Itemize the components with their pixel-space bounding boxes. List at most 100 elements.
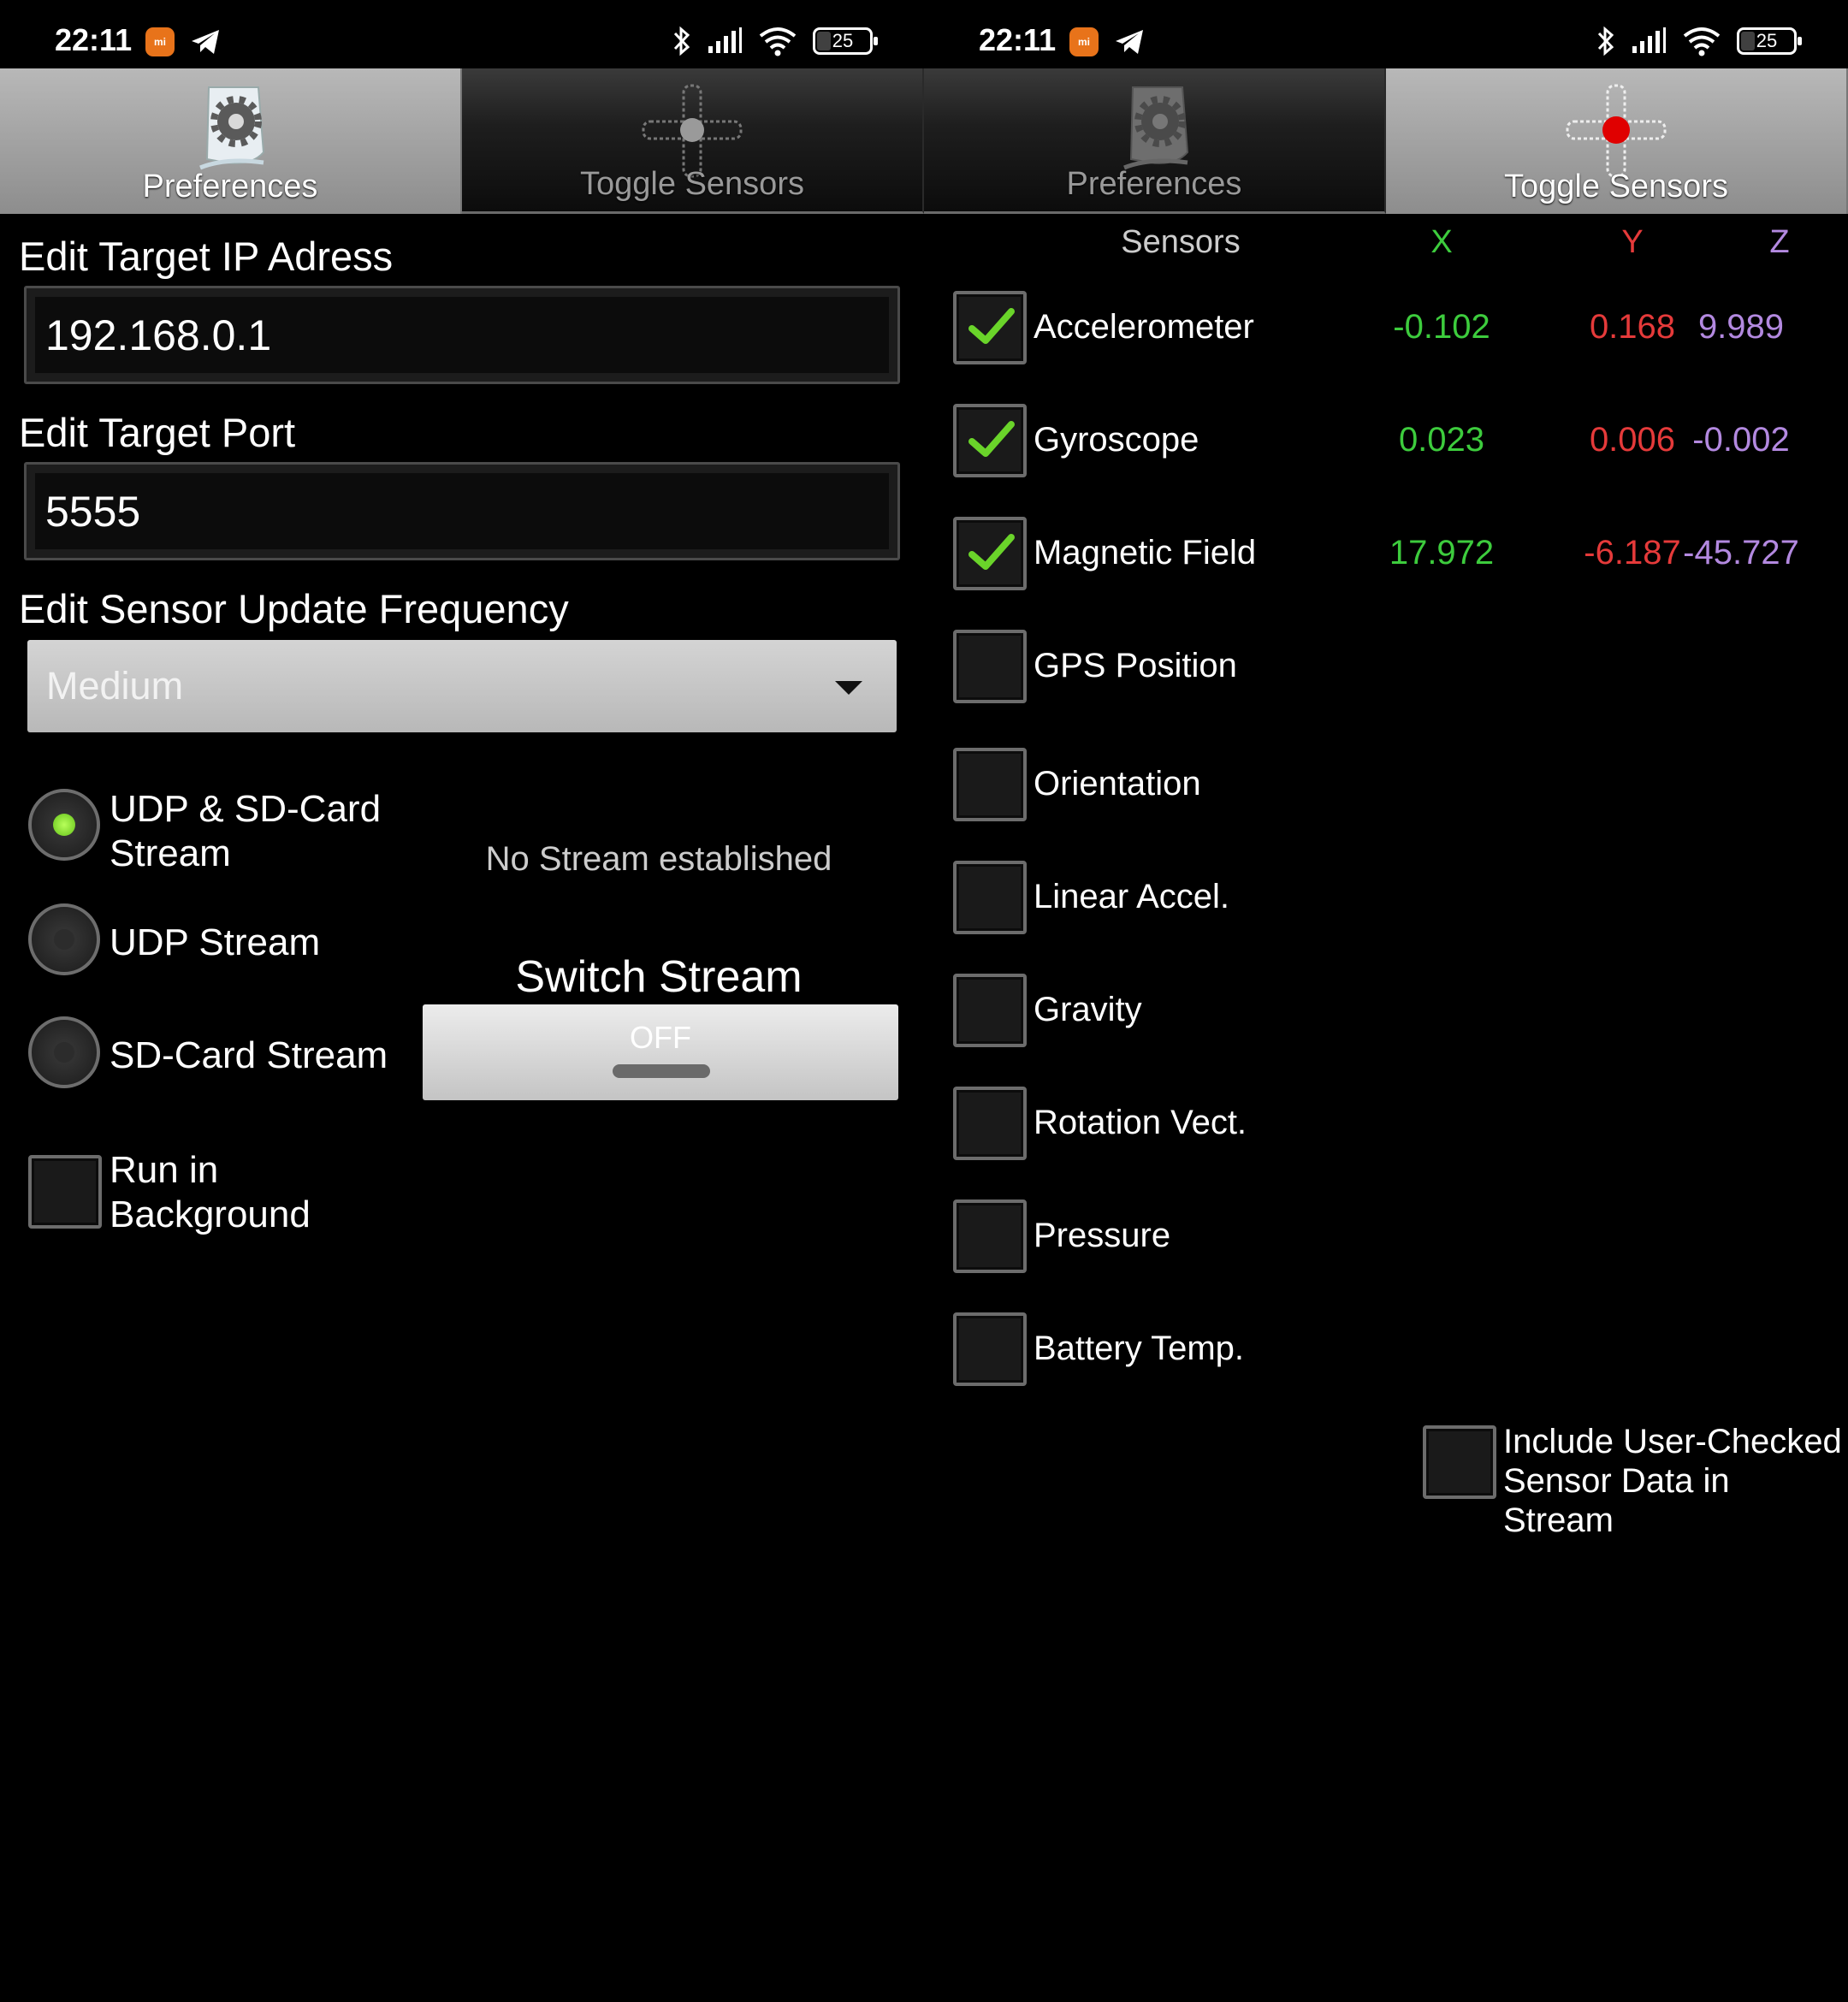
preferences-gear-icon <box>1123 86 1189 170</box>
z-header: Z <box>1769 224 1790 260</box>
run-background-label-line2: Background <box>110 1194 311 1235</box>
sensor-checkbox-rotation-vect[interactable] <box>953 1087 1027 1160</box>
ip-input[interactable] <box>45 305 867 365</box>
sensor-checkbox-gravity[interactable] <box>953 974 1027 1047</box>
x-header: X <box>1430 224 1453 260</box>
status-time: 22:11 <box>55 22 133 57</box>
tab-preferences-label: Preferences <box>142 169 318 204</box>
y-header: Y <box>1621 224 1644 260</box>
battery-level: 25 <box>832 30 854 51</box>
sensors-header: Sensors <box>1121 224 1241 260</box>
accelerometer-z-value: 9.989 <box>1697 308 1785 346</box>
radio-udp[interactable] <box>28 903 100 975</box>
tab-toggle-sensors-label: Toggle Sensors <box>580 166 804 202</box>
mi-app-icon: mi <box>1069 27 1099 56</box>
checkmark-icon <box>968 421 1015 457</box>
sensor-checkbox-orientation[interactable] <box>953 748 1027 821</box>
sensor-label-magnetic-field[interactable]: Magnetic Field <box>1034 534 1256 572</box>
magnetic-field-z-value: -45.727 <box>1683 534 1799 572</box>
tab-preferences-label: Preferences <box>1066 166 1242 202</box>
toggle-indicator <box>613 1064 710 1078</box>
sensor-label-pressure[interactable]: Pressure <box>1034 1217 1170 1255</box>
magnetic-field-x-value: 17.972 <box>1389 534 1495 572</box>
radio-sdcard-label[interactable]: SD-Card Stream <box>110 1034 388 1078</box>
sensor-checkbox-gps-position[interactable] <box>953 630 1027 703</box>
checkmark-icon <box>968 308 1015 344</box>
radio-dot <box>54 929 74 950</box>
signal-icon <box>1632 27 1666 53</box>
radio-udp-label[interactable]: UDP Stream <box>110 921 320 965</box>
toggle-state-text: OFF <box>630 1020 691 1055</box>
sensor-checkbox-magnetic-field[interactable] <box>953 517 1027 590</box>
sensor-axes-icon <box>642 84 743 178</box>
run-background-label[interactable]: Run in Background <box>110 1148 311 1237</box>
sensor-axes-icon <box>1566 84 1667 178</box>
run-background-checkbox[interactable] <box>28 1155 102 1229</box>
checkmark-icon <box>968 534 1015 570</box>
sensor-label-battery-temp[interactable]: Battery Temp. <box>1034 1330 1244 1368</box>
preferences-gear-icon <box>199 86 265 170</box>
switch-stream-title: Switch Stream <box>515 952 803 1002</box>
include-label-line2: Sensor Data in Stream <box>1503 1462 1730 1539</box>
sensor-label-gyroscope[interactable]: Gyroscope <box>1034 421 1199 459</box>
gyroscope-x-value: 0.023 <box>1398 421 1485 459</box>
run-background-label-line1: Run in <box>110 1149 219 1191</box>
status-bar: 22:11 mi 25 <box>0 0 924 68</box>
tab-bar: Preferences Toggle Sensors <box>924 68 1848 214</box>
sensor-checkbox-pressure[interactable] <box>953 1199 1027 1273</box>
tab-preferences[interactable]: Preferences <box>924 68 1386 214</box>
port-label: Edit Target Port <box>19 410 296 455</box>
bluetooth-icon <box>673 26 690 56</box>
preferences-screen: 22:11 mi 25 Preferences Toggle Sensors E… <box>0 0 924 2002</box>
telegram-icon <box>1116 30 1143 54</box>
frequency-label: Edit Sensor Update Frequency <box>19 586 569 631</box>
include-user-checked-checkbox[interactable] <box>1423 1425 1496 1499</box>
gyroscope-z-value: -0.002 <box>1692 421 1790 459</box>
sensor-label-linear-accel[interactable]: Linear Accel. <box>1034 878 1229 916</box>
sensor-checkbox-gyroscope[interactable] <box>953 404 1027 477</box>
status-icons: 25 <box>1596 24 1802 58</box>
radio-sdcard[interactable] <box>28 1016 100 1088</box>
tab-toggle-sensors[interactable]: Toggle Sensors <box>1386 68 1848 214</box>
sensor-label-gps-position[interactable]: GPS Position <box>1034 647 1237 685</box>
sensor-label-accelerometer[interactable]: Accelerometer <box>1034 308 1254 346</box>
signal-icon <box>708 27 742 53</box>
wifi-icon <box>759 27 797 56</box>
status-time: 22:11 <box>979 22 1057 57</box>
accelerometer-x-value: -0.102 <box>1393 308 1490 346</box>
radio-udp-sdcard[interactable] <box>28 789 100 861</box>
switch-stream-toggle[interactable]: OFF <box>423 1004 898 1100</box>
radio-dot <box>53 814 75 836</box>
sensor-checkbox-linear-accel[interactable] <box>953 861 1027 934</box>
ip-label: Edit Target IP Adress <box>19 234 394 279</box>
wifi-icon <box>1683 27 1721 56</box>
sensor-checkbox-battery-temp[interactable] <box>953 1312 1027 1386</box>
toggle-sensors-screen: 22:11 mi 25 Preferences Toggle Sensors S… <box>924 0 1848 2002</box>
sensor-label-gravity[interactable]: Gravity <box>1034 991 1142 1029</box>
stream-status-text: No Stream established <box>485 840 832 878</box>
sensor-checkbox-accelerometer[interactable] <box>953 291 1027 364</box>
radio-dot <box>54 1042 74 1063</box>
mi-app-icon: mi <box>145 27 175 56</box>
ip-field[interactable] <box>24 286 900 384</box>
sensor-label-orientation[interactable]: Orientation <box>1034 765 1201 803</box>
frequency-selected-value: Medium <box>46 664 184 708</box>
tab-toggle-sensors-label: Toggle Sensors <box>1504 169 1728 204</box>
tab-toggle-sensors[interactable]: Toggle Sensors <box>462 68 924 214</box>
include-label-line1: Include User-Checked <box>1503 1423 1842 1460</box>
port-field[interactable] <box>24 462 900 560</box>
battery-icon: 25 <box>1737 27 1802 55</box>
radio-udp-sdcard-label-line1: UDP & SD-Card <box>110 788 382 830</box>
tab-bar: Preferences Toggle Sensors <box>0 68 924 214</box>
include-user-checked-label[interactable]: Include User-Checked Sensor Data in Stre… <box>1503 1422 1848 1540</box>
telegram-icon <box>192 30 219 54</box>
sensor-label-rotation-vect[interactable]: Rotation Vect. <box>1034 1104 1247 1142</box>
battery-level: 25 <box>1756 30 1778 51</box>
radio-udp-sdcard-label[interactable]: UDP & SD-Card Stream <box>110 787 381 876</box>
radio-udp-sdcard-label-line2: Stream <box>110 832 231 874</box>
tab-preferences[interactable]: Preferences <box>0 68 462 214</box>
battery-icon: 25 <box>813 27 878 55</box>
port-input[interactable] <box>45 482 867 542</box>
frequency-dropdown[interactable]: Medium <box>27 640 897 732</box>
status-bar: 22:11 mi 25 <box>924 0 1848 68</box>
